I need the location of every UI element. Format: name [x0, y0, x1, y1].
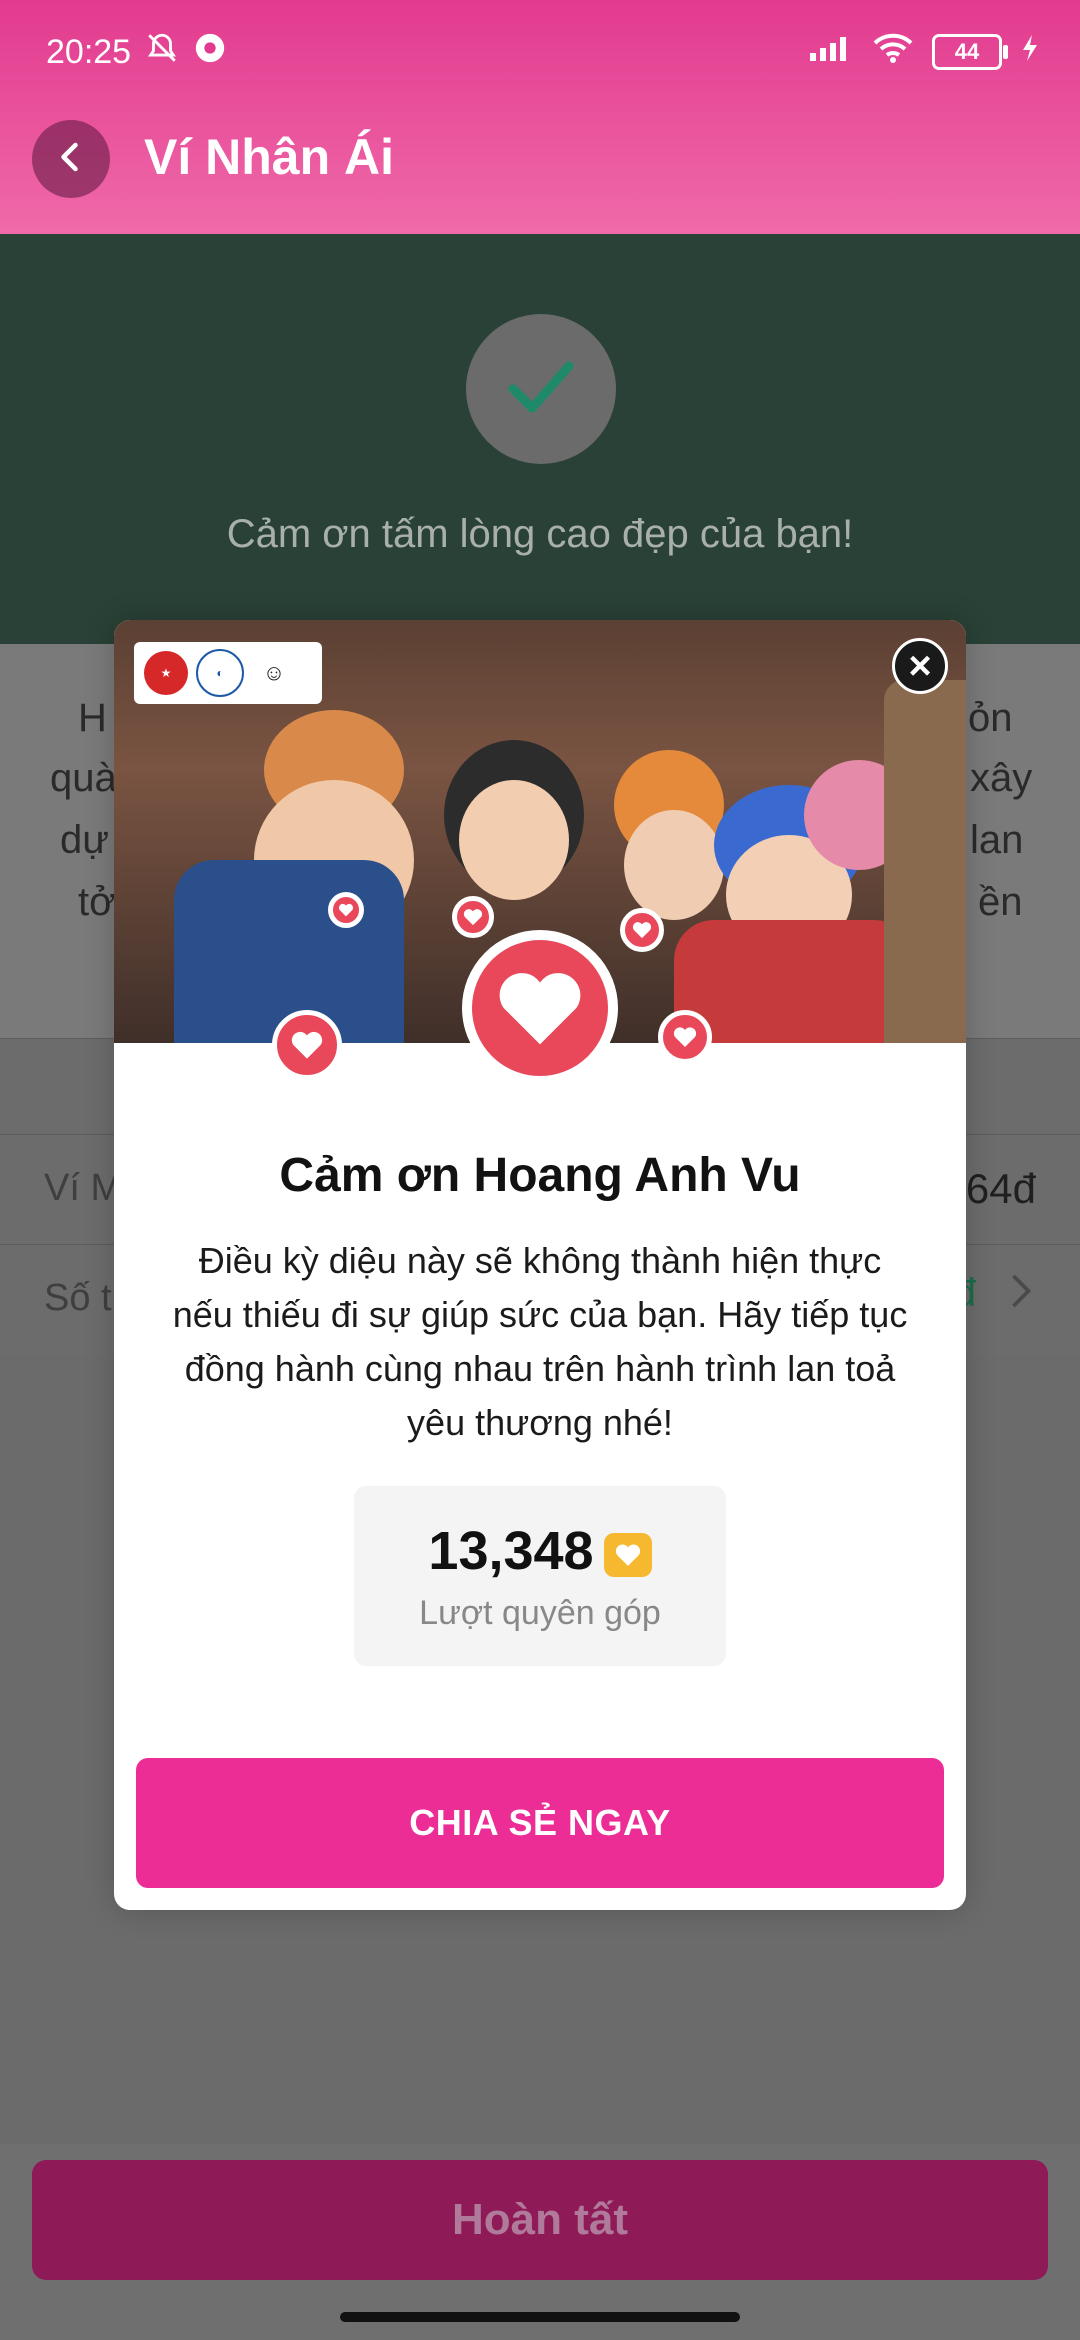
- signal-icon: [808, 33, 854, 72]
- share-now-button[interactable]: CHIA SẺ NGAY: [136, 1758, 944, 1888]
- heart-icon: [452, 896, 494, 938]
- mascot-logo: ☺: [252, 651, 296, 695]
- desc-fragment: tở: [78, 880, 116, 924]
- photo-shape: [624, 810, 724, 920]
- foundation-logo: ◐: [196, 649, 244, 697]
- heart-icon: [620, 908, 664, 952]
- heart-icon: [272, 1010, 342, 1080]
- back-arrow-icon: [53, 139, 89, 180]
- battery-icon: 44: [932, 34, 1008, 70]
- dialog-message: Điều kỳ diệu này sẽ không thành hiện thự…: [172, 1240, 908, 1443]
- chevron-right-icon: [1006, 1271, 1036, 1316]
- donation-label: Lượt quyên góp: [419, 1594, 661, 1632]
- home-indicator[interactable]: [340, 2312, 740, 2322]
- bottom-bar: Hoàn tất: [0, 2144, 1080, 2340]
- dialog-title: Cảm ơn Hoang Anh Vu: [279, 1149, 801, 1202]
- heart-icon: [328, 892, 364, 928]
- status-time: 20:25: [46, 32, 132, 71]
- wallet-value: 64đ: [965, 1165, 1036, 1212]
- success-banner: Cảm ơn tấm lòng cao đẹp của bạn!: [0, 234, 1080, 644]
- heart-icon: [658, 1010, 712, 1064]
- app-header: 20:25 44 Ví Nhân Ái: [0, 0, 1080, 234]
- done-button[interactable]: Hoàn tất: [32, 2160, 1048, 2280]
- close-icon: ×: [908, 643, 932, 688]
- photo-shape: [884, 680, 966, 1043]
- photo-shape: [459, 780, 569, 900]
- youth-union-logo: ★: [144, 651, 188, 695]
- desc-fragment: dự: [60, 818, 110, 862]
- thank-you-dialog: ★ ◐ ☺ × Cảm ơn Hoang Anh Vu Điều kỳ diệu…: [114, 620, 966, 1910]
- desc-fragment: xây: [970, 756, 1033, 800]
- desc-fragment: lan: [970, 818, 1024, 862]
- donation-counter: 13,348 Lượt quyên góp: [354, 1486, 726, 1666]
- photo-shape: [674, 920, 914, 1043]
- close-dialog-button[interactable]: ×: [892, 638, 948, 694]
- status-bar: 20:25 44: [46, 28, 1040, 76]
- battery-level: 44: [954, 39, 980, 64]
- desc-fragment: quà: [50, 756, 117, 800]
- desc-fragment: ỏn: [968, 696, 1013, 740]
- thanks-message: Cảm ơn tấm lòng cao đẹp của bạn!: [226, 512, 854, 556]
- charging-icon: [1020, 33, 1040, 72]
- desc-fragment: H: [78, 696, 107, 740]
- bell-off-icon: [145, 31, 179, 74]
- donation-count-row: 13,348: [354, 1520, 726, 1582]
- back-button[interactable]: [32, 120, 110, 198]
- donation-count: 13,348: [428, 1521, 594, 1581]
- wifi-icon: [872, 32, 914, 73]
- page-title: Ví Nhân Ái: [144, 129, 395, 185]
- success-check: [466, 314, 616, 464]
- wallet-label: Ví M: [44, 1167, 123, 1209]
- desc-fragment: ền: [978, 880, 1023, 924]
- amount-label: Số t: [44, 1277, 112, 1319]
- check-icon: [499, 345, 583, 434]
- app-status-icon: [193, 31, 227, 74]
- partner-logos: ★ ◐ ☺: [134, 642, 322, 704]
- big-heart-icon: [462, 930, 618, 1086]
- coin-heart-icon: [603, 1532, 652, 1577]
